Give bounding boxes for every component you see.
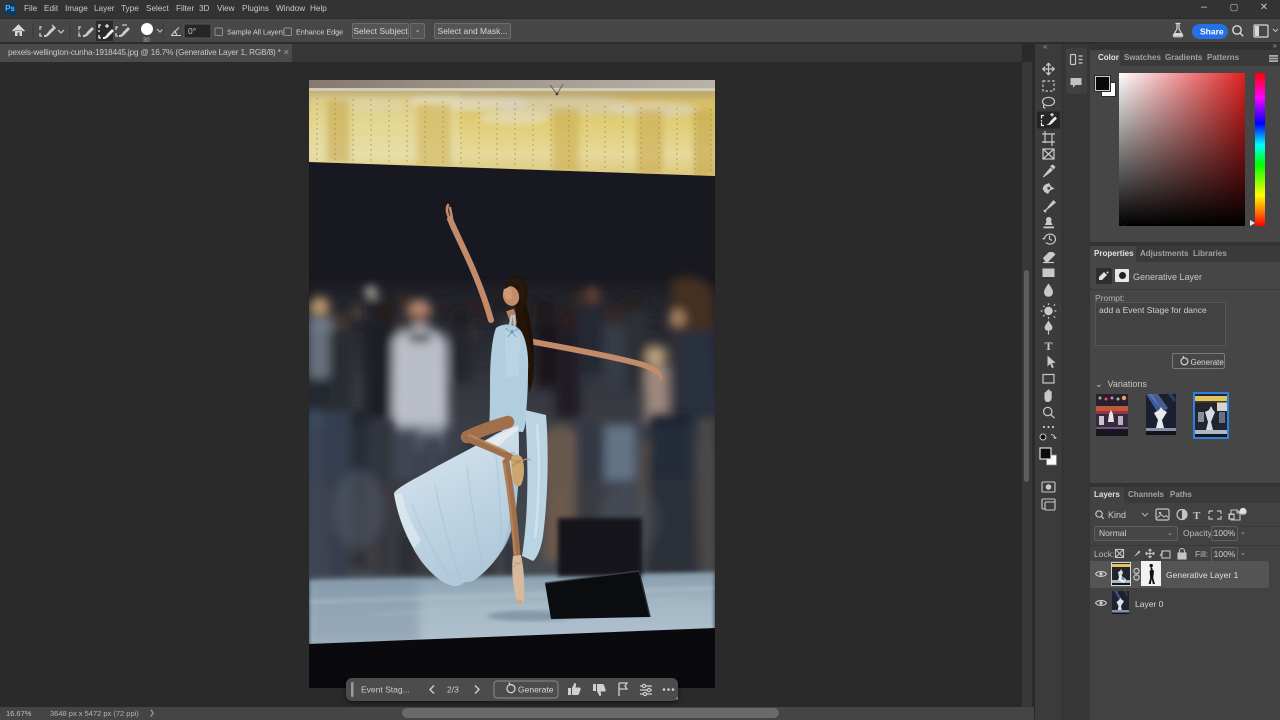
svg-text:Generate: Generate — [518, 685, 554, 695]
svg-text:T: T — [1193, 510, 1201, 522]
svg-text:2/3: 2/3 — [447, 685, 459, 695]
svg-text:Sample All Layers: Sample All Layers — [227, 28, 285, 37]
svg-text:Enhance Edge: Enhance Edge — [296, 28, 343, 37]
svg-text:0°: 0° — [188, 26, 196, 36]
svg-text:Generate: Generate — [1191, 358, 1225, 367]
svg-text:Kind: Kind — [1108, 510, 1126, 520]
svg-text:Share: Share — [1200, 27, 1224, 37]
svg-text:T: T — [1045, 339, 1053, 353]
svg-text:30: 30 — [143, 38, 150, 43]
